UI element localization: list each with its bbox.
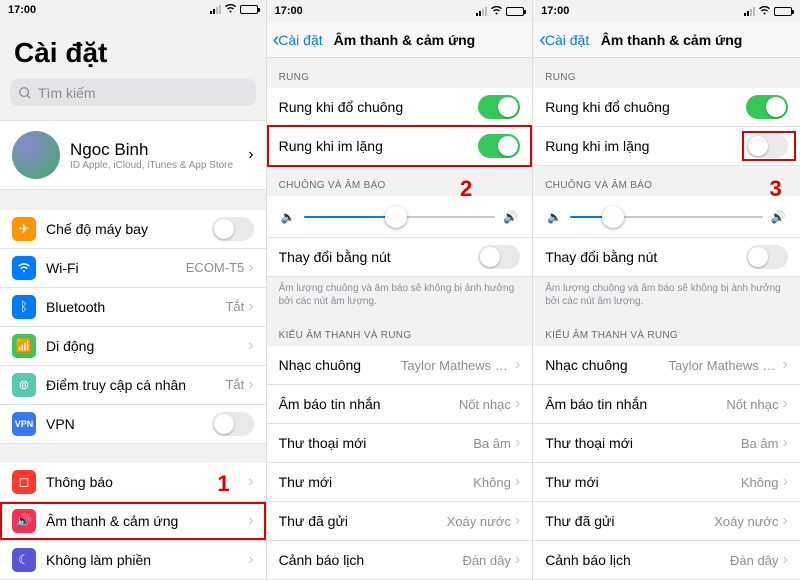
row-voicemail[interactable]: Thư thoại mớiBa âm›: [533, 424, 800, 463]
annotation-label-3: 3: [770, 176, 782, 202]
panel-sounds-3: 17:00 ‹Cài đặt Âm thanh & cảm ứng RUNG R…: [533, 0, 800, 580]
row-vibrate-silent: Rung khi im lặng: [267, 127, 533, 166]
speaker-low-icon: 🔈: [281, 210, 296, 224]
row-texttone[interactable]: Âm báo tin nhắnNốt nhạc›: [267, 385, 533, 424]
chevron-right-icon: ›: [248, 473, 253, 491]
chevron-right-icon: ›: [248, 259, 253, 277]
page-title: Cài đặt: [0, 19, 266, 79]
row-hotspot[interactable]: ⊚ Điểm truy cập cá nhân Tắt ›: [0, 366, 266, 405]
chevron-right-icon: ›: [248, 376, 253, 394]
wifi-icon: [758, 5, 771, 18]
profile-sub: ID Apple, iCloud, iTunes & App Store: [70, 160, 248, 171]
nav-title: Âm thanh & cảm ứng: [283, 32, 527, 48]
signal-icon: [476, 7, 487, 16]
row-calendar[interactable]: Cảnh báo lịchĐàn dây›: [533, 541, 800, 580]
annotation-label-2: 2: [460, 176, 472, 202]
hotspot-icon: ⊚: [12, 373, 36, 397]
chevron-right-icon: ›: [248, 298, 253, 316]
row-texttone[interactable]: Âm báo tin nhắnNốt nhạc›: [533, 385, 800, 424]
panel-settings-root: 17:00 Cài đặt Tìm kiếm Ngoc Binh ID Appl…: [0, 0, 267, 580]
section-footer-vol: Âm lượng chuông và âm báo sẽ không bị ản…: [267, 277, 533, 316]
volume-slider-row: 🔈 🔊: [533, 196, 800, 238]
bluetooth-icon: ᛒ: [12, 295, 36, 319]
cellular-icon: 📶: [12, 334, 36, 358]
volume-slider[interactable]: [304, 216, 496, 218]
speaker-high-icon: 🔊: [771, 210, 786, 224]
airplane-icon: ✈: [12, 217, 36, 241]
row-vpn[interactable]: VPN VPN: [0, 405, 266, 444]
row-newmail[interactable]: Thư mớiKhông›: [267, 463, 533, 502]
change-buttons-toggle[interactable]: [746, 245, 788, 269]
nav-bar: ‹Cài đặt Âm thanh & cảm ứng: [533, 22, 800, 58]
row-change-buttons: Thay đổi bằng nút: [533, 238, 800, 277]
airplane-toggle[interactable]: [212, 217, 254, 241]
wifi-icon: [490, 5, 503, 18]
wifi-icon: [224, 3, 237, 16]
row-vibrate-ring: Rung khi đổ chuông: [533, 88, 800, 127]
vibrate-silent-toggle[interactable]: [478, 134, 520, 158]
row-ringtone[interactable]: Nhạc chuôngTaylor Mathews - Radio Girl›: [533, 346, 800, 385]
row-cellular[interactable]: 📶 Di động ›: [0, 327, 266, 366]
chevron-right-icon: ›: [248, 551, 253, 569]
battery-icon: [506, 7, 524, 16]
vpn-toggle[interactable]: [212, 412, 254, 436]
section-header-kieu: KIỂU ÂM THANH VÀ RUNG: [267, 316, 533, 346]
chevron-right-icon: ›: [248, 337, 253, 355]
volume-slider[interactable]: [570, 216, 763, 218]
section-header-chuong: CHUÔNG VÀ ÂM BÁO: [267, 166, 533, 196]
signal-icon: [744, 7, 755, 16]
vibrate-ring-toggle[interactable]: [746, 95, 788, 119]
row-sounds[interactable]: 🔊 Âm thanh & cảm ứng ›: [0, 502, 266, 541]
notifications-icon: ◻: [12, 470, 36, 494]
row-dnd[interactable]: ☾ Không làm phiền ›: [0, 541, 266, 580]
speaker-high-icon: 🔊: [503, 210, 518, 224]
battery-icon: [240, 5, 258, 14]
battery-icon: [774, 7, 792, 16]
avatar: [12, 131, 60, 179]
nav-title: Âm thanh & cảm ứng: [549, 32, 794, 48]
row-sentmail[interactable]: Thư đã gửiXoáy nước›: [533, 502, 800, 541]
vpn-icon: VPN: [12, 412, 36, 436]
profile-row[interactable]: Ngoc Binh ID Apple, iCloud, iTunes & App…: [0, 120, 266, 190]
sounds-icon: 🔊: [12, 509, 36, 533]
search-placeholder: Tìm kiếm: [38, 85, 96, 101]
chevron-right-icon: ›: [248, 146, 253, 164]
vibrate-silent-toggle[interactable]: [746, 134, 788, 158]
panel-sounds-2: 17:00 ‹Cài đặt Âm thanh & cảm ứng RUNG R…: [267, 0, 534, 580]
status-bar: 17:00: [267, 0, 533, 22]
status-time: 17:00: [8, 4, 36, 16]
status-bar: 17:00: [533, 0, 800, 22]
dnd-icon: ☾: [12, 548, 36, 572]
profile-name: Ngoc Binh: [70, 140, 248, 160]
status-bar: 17:00: [0, 0, 266, 19]
nav-bar: ‹Cài đặt Âm thanh & cảm ứng: [267, 22, 533, 58]
row-calendar[interactable]: Cảnh báo lịchĐàn dây›: [267, 541, 533, 580]
row-ringtone[interactable]: Nhạc chuôngTaylor Mathews - Radio Girl›: [267, 346, 533, 385]
search-input[interactable]: Tìm kiếm: [10, 79, 256, 106]
row-airplane[interactable]: ✈ Chế độ máy bay: [0, 210, 266, 249]
row-vibrate-silent: Rung khi im lặng: [533, 127, 800, 166]
change-buttons-toggle[interactable]: [478, 245, 520, 269]
row-voicemail[interactable]: Thư thoại mớiBa âm›: [267, 424, 533, 463]
speaker-low-icon: 🔈: [547, 210, 562, 224]
search-icon: [18, 86, 32, 100]
vibrate-ring-toggle[interactable]: [478, 95, 520, 119]
row-bluetooth[interactable]: ᛒ Bluetooth Tắt ›: [0, 288, 266, 327]
row-newmail[interactable]: Thư mớiKhông›: [533, 463, 800, 502]
row-sentmail[interactable]: Thư đã gửiXoáy nước›: [267, 502, 533, 541]
wifi-settings-icon: [12, 256, 36, 280]
chevron-right-icon: ›: [248, 512, 253, 530]
volume-slider-row: 🔈 🔊: [267, 196, 533, 238]
row-vibrate-ring: Rung khi đổ chuông: [267, 88, 533, 127]
annotation-label-1: 1: [217, 471, 229, 497]
row-change-buttons: Thay đổi bằng nút: [267, 238, 533, 277]
section-header-rung: RUNG: [267, 58, 533, 88]
row-wifi[interactable]: Wi-Fi ECOM-T5 ›: [0, 249, 266, 288]
signal-icon: [210, 5, 221, 14]
